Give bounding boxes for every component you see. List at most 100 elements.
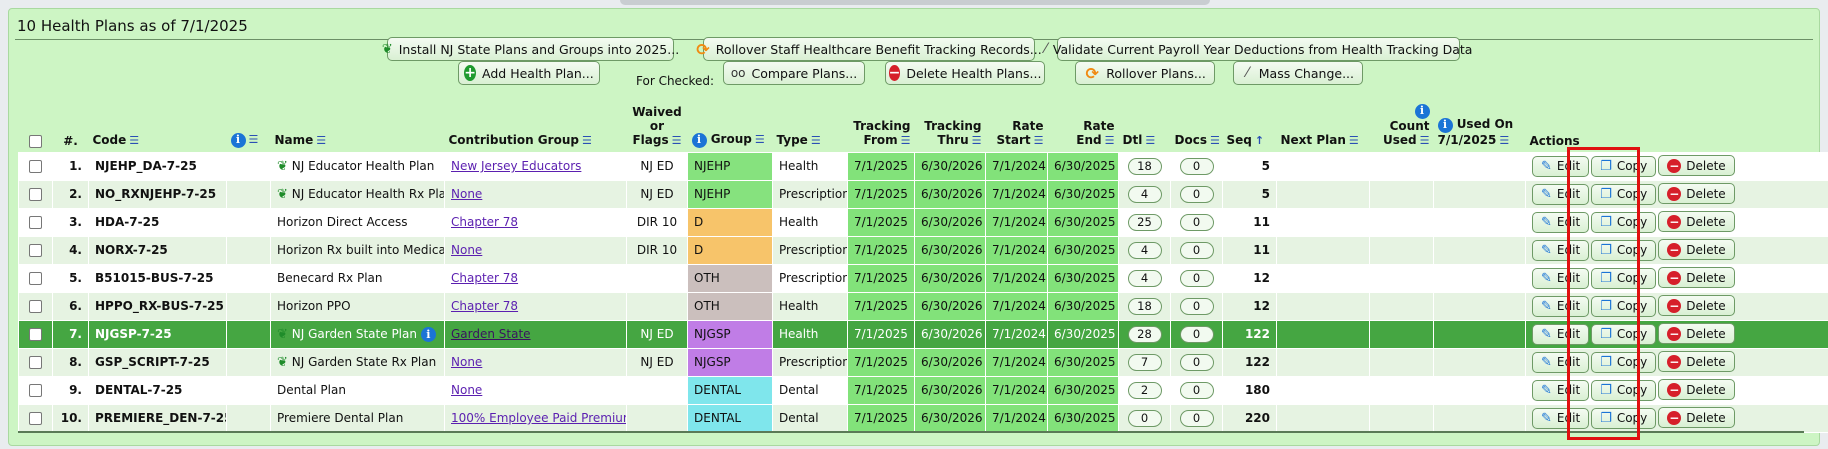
table-row[interactable]: 6. HPPO_RX-BUS-7-25 Horizon PPO Chapter 78 O… (18, 291, 1828, 321)
dtl-count-badge[interactable]: 7 (1127, 353, 1162, 371)
dtl-count-badge[interactable]: 2 (1127, 381, 1162, 399)
col-type[interactable]: Type ☰ (773, 103, 848, 152)
row-checkbox[interactable] (29, 328, 42, 341)
row-checkbox[interactable] (29, 356, 42, 369)
row-checkbox[interactable] (29, 216, 42, 229)
info-icon[interactable]: i (420, 326, 436, 342)
delete-button[interactable]: − Delete (1658, 295, 1735, 317)
row-checkbox-cell[interactable] (18, 375, 53, 405)
dtl-cell[interactable]: 28 (1118, 319, 1171, 349)
menu-icon[interactable]: ☰ (129, 134, 139, 147)
docs-cell[interactable]: 0 (1170, 319, 1223, 349)
docs-count-badge[interactable]: 0 (1179, 185, 1214, 203)
menu-icon[interactable]: ☰ (755, 133, 765, 146)
select-all-checkbox[interactable] (29, 134, 42, 148)
rollover-staff-button[interactable]: ⟳ Rollover Staff Healthcare Benefit Trac… (696, 37, 1042, 61)
menu-icon[interactable]: ☰ (1145, 134, 1155, 147)
contribution-group-link[interactable]: None (451, 243, 482, 257)
menu-icon[interactable]: ☰ (1499, 134, 1509, 147)
docs-count-badge[interactable]: 0 (1179, 381, 1214, 399)
col-name[interactable]: Name ☰ (271, 103, 445, 152)
row-checkbox[interactable] (29, 412, 42, 425)
col-tracking-from[interactable]: Tracking From ☰ (848, 103, 915, 152)
col-dtl[interactable]: Dtl ☰ (1119, 103, 1171, 152)
docs-cell[interactable]: 0 (1170, 347, 1223, 377)
dtl-count-badge[interactable]: 28 (1127, 325, 1162, 343)
delete-button[interactable]: − Delete (1658, 211, 1735, 233)
row-checkbox[interactable] (29, 160, 42, 173)
row-checkbox-cell[interactable] (18, 319, 53, 349)
table-row[interactable]: 9. DENTAL-7-25 Dental Plan None DENTAL Dental… (18, 375, 1828, 405)
select-all-header[interactable] (19, 103, 53, 152)
row-checkbox-cell[interactable] (18, 403, 53, 433)
docs-cell[interactable]: 0 (1170, 151, 1223, 181)
contribution-group-cell[interactable]: 100% Employee Paid Premium (444, 403, 627, 433)
contribution-group-link[interactable]: None (451, 187, 482, 201)
row-checkbox[interactable] (29, 244, 42, 257)
docs-count-badge[interactable]: 0 (1179, 269, 1214, 287)
contribution-group-cell[interactable]: Chapter 78 (444, 263, 627, 293)
info-icon[interactable]: i (1414, 103, 1430, 119)
col-next-plan[interactable]: Next Plan ☰ (1277, 103, 1370, 152)
row-checkbox-cell[interactable] (18, 207, 53, 237)
contribution-group-link[interactable]: New Jersey Educators (451, 159, 581, 173)
dtl-cell[interactable]: 4 (1118, 263, 1171, 293)
menu-icon[interactable]: ☰ (811, 134, 821, 147)
docs-cell[interactable]: 0 (1170, 403, 1223, 433)
col-used-on[interactable]: i Used On 7/1/2025 ☰ (1434, 103, 1526, 152)
contribution-group-link[interactable]: None (451, 383, 482, 397)
dtl-cell[interactable]: 4 (1118, 179, 1171, 209)
table-row[interactable]: 8. GSP_SCRIPT-7-25 ❦ NJ Garden State Rx Pl… (18, 347, 1828, 377)
menu-icon[interactable]: ☰ (1105, 134, 1115, 147)
contribution-group-link[interactable]: Chapter 78 (451, 271, 518, 285)
delete-button[interactable]: − Delete (1658, 351, 1735, 373)
sort-ascending-icon[interactable]: ↑ (1255, 134, 1264, 147)
info-icon[interactable]: i (1437, 117, 1453, 133)
docs-count-badge[interactable]: 0 (1179, 297, 1214, 315)
row-checkbox[interactable] (29, 384, 42, 397)
dtl-count-badge[interactable]: 0 (1127, 409, 1162, 427)
table-row[interactable]: 3. HDA-7-25 Horizon Direct Access Chapter 7… (18, 207, 1828, 237)
docs-cell[interactable]: 0 (1170, 207, 1223, 237)
menu-icon[interactable]: ☰ (582, 134, 592, 147)
row-checkbox[interactable] (29, 272, 42, 285)
col-docs[interactable]: Docs ☰ (1171, 103, 1223, 152)
col-count-used[interactable]: i Count Used ☰ (1370, 103, 1434, 152)
menu-icon[interactable]: ☰ (249, 133, 259, 146)
rollover-plans-button[interactable]: ⟳ Rollover Plans... (1075, 61, 1215, 85)
menu-icon[interactable]: ☰ (901, 134, 911, 147)
contribution-group-cell[interactable]: Chapter 78 (444, 291, 627, 321)
row-checkbox-cell[interactable] (18, 347, 53, 377)
contribution-group-cell[interactable]: None (444, 179, 627, 209)
col-code[interactable]: Code ☰ (89, 103, 227, 152)
dtl-cell[interactable]: 2 (1118, 375, 1171, 405)
row-checkbox-cell[interactable] (18, 291, 53, 321)
menu-icon[interactable]: ☰ (1210, 134, 1220, 147)
col-tracking-thru[interactable]: Tracking Thru ☰ (915, 103, 986, 152)
table-row[interactable]: 10. PREMIERE_DEN-7-25 Premiere Dental Plan… (18, 403, 1828, 433)
info-icon[interactable]: i (230, 132, 246, 148)
install-nj-plans-button[interactable]: ❦ Install NJ State Plans and Groups into… (382, 37, 679, 61)
docs-cell[interactable]: 0 (1170, 375, 1223, 405)
validate-deductions-button[interactable]: ⁄ Validate Current Payroll Year Deductio… (1045, 37, 1472, 61)
dtl-cell[interactable]: 18 (1118, 291, 1171, 321)
mass-change-button[interactable]: ⁄ Mass Change... (1233, 61, 1363, 85)
dtl-count-badge[interactable]: 18 (1127, 297, 1162, 315)
docs-count-badge[interactable]: 0 (1179, 241, 1214, 259)
table-row[interactable]: 5. B51015-BUS-7-25 Benecard Rx Plan Chapter… (18, 263, 1828, 293)
contribution-group-cell[interactable]: Garden State (444, 319, 627, 349)
contribution-group-cell[interactable]: None (444, 235, 627, 265)
add-health-plan-button[interactable]: + Add Health Plan... (458, 61, 600, 85)
delete-button[interactable]: − Delete (1658, 239, 1735, 261)
dtl-cell[interactable]: 4 (1118, 235, 1171, 265)
docs-cell[interactable]: 0 (1170, 235, 1223, 265)
info-icon[interactable]: i (691, 132, 707, 148)
col-contribution[interactable]: Contribution Group ☰ (445, 103, 627, 152)
row-checkbox[interactable] (29, 300, 42, 313)
dtl-cell[interactable]: 0 (1118, 403, 1171, 433)
table-row[interactable]: 7. NJGSP-7-25 ❦ NJ Garden State Plan i Gard… (18, 319, 1828, 349)
col-info[interactable]: i ☰ (227, 103, 271, 152)
table-row[interactable]: 2. NO_RXNJEHP-7-25 ❦ NJ Educator Health Rx… (18, 179, 1828, 209)
table-row[interactable]: 1. NJEHP_DA-7-25 ❦ NJ Educator Health Plan… (18, 151, 1828, 181)
docs-count-badge[interactable]: 0 (1179, 353, 1214, 371)
